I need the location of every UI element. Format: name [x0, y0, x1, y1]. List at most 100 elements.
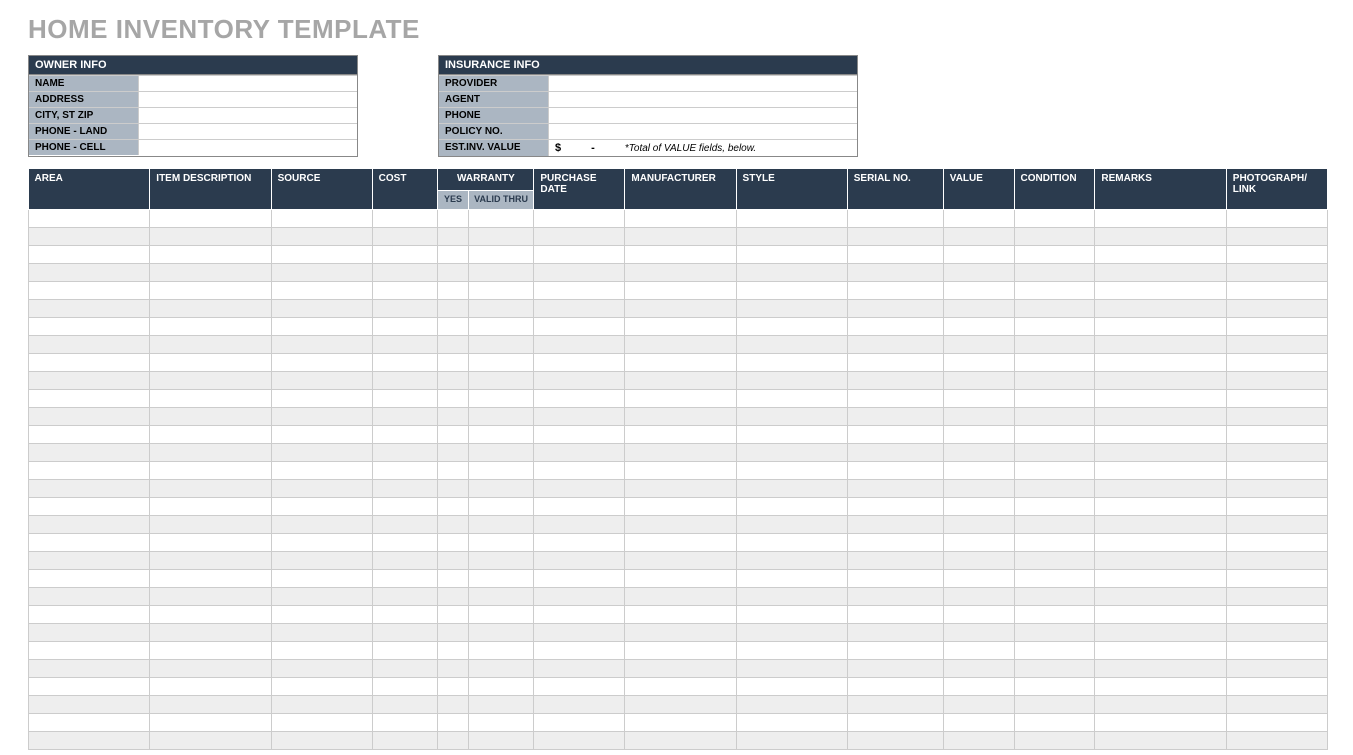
cell[interactable] [1014, 714, 1095, 732]
cell[interactable] [943, 282, 1014, 300]
cell[interactable] [29, 372, 150, 390]
cell[interactable] [468, 462, 534, 480]
cell[interactable] [625, 642, 736, 660]
cell[interactable] [943, 480, 1014, 498]
cell[interactable] [150, 390, 271, 408]
cell[interactable] [150, 498, 271, 516]
cell[interactable] [1095, 372, 1226, 390]
cell[interactable] [150, 336, 271, 354]
cell[interactable] [372, 588, 438, 606]
cell[interactable] [372, 264, 438, 282]
cell[interactable] [150, 732, 271, 750]
cell[interactable] [1226, 210, 1327, 228]
cell[interactable] [736, 282, 847, 300]
cell[interactable] [438, 516, 468, 534]
cell[interactable] [625, 660, 736, 678]
cell[interactable] [1095, 228, 1226, 246]
cell[interactable] [1095, 678, 1226, 696]
cell[interactable] [625, 408, 736, 426]
cell[interactable] [1014, 354, 1095, 372]
cell[interactable] [625, 336, 736, 354]
cell[interactable] [29, 624, 150, 642]
cell[interactable] [468, 390, 534, 408]
cell[interactable] [372, 696, 438, 714]
cell[interactable] [438, 642, 468, 660]
cell[interactable] [29, 732, 150, 750]
cell[interactable] [150, 606, 271, 624]
cell[interactable] [1226, 318, 1327, 336]
cell[interactable] [29, 390, 150, 408]
cell[interactable] [468, 696, 534, 714]
cell[interactable] [847, 570, 943, 588]
cell[interactable] [150, 354, 271, 372]
cell[interactable] [29, 282, 150, 300]
cell[interactable] [271, 210, 372, 228]
cell[interactable] [534, 228, 625, 246]
cell[interactable] [372, 642, 438, 660]
cell[interactable] [150, 228, 271, 246]
ins-agent-value[interactable] [549, 92, 857, 107]
cell[interactable] [736, 534, 847, 552]
cell[interactable] [943, 210, 1014, 228]
cell[interactable] [534, 264, 625, 282]
cell[interactable] [1226, 552, 1327, 570]
cell[interactable] [847, 660, 943, 678]
cell[interactable] [1095, 408, 1226, 426]
cell[interactable] [736, 408, 847, 426]
cell[interactable] [534, 300, 625, 318]
cell[interactable] [625, 282, 736, 300]
cell[interactable] [534, 588, 625, 606]
cell[interactable] [736, 588, 847, 606]
cell[interactable] [736, 462, 847, 480]
cell[interactable] [625, 606, 736, 624]
cell[interactable] [847, 300, 943, 318]
cell[interactable] [534, 678, 625, 696]
cell[interactable] [271, 498, 372, 516]
cell[interactable] [468, 408, 534, 426]
cell[interactable] [847, 642, 943, 660]
cell[interactable] [534, 318, 625, 336]
cell[interactable] [1226, 516, 1327, 534]
cell[interactable] [29, 462, 150, 480]
cell[interactable] [736, 264, 847, 282]
cell[interactable] [438, 714, 468, 732]
cell[interactable] [1014, 678, 1095, 696]
cell[interactable] [534, 516, 625, 534]
cell[interactable] [1226, 642, 1327, 660]
cell[interactable] [943, 624, 1014, 642]
cell[interactable] [1226, 588, 1327, 606]
cell[interactable] [468, 282, 534, 300]
cell[interactable] [736, 678, 847, 696]
cell[interactable] [150, 210, 271, 228]
cell[interactable] [943, 336, 1014, 354]
cell[interactable] [1095, 696, 1226, 714]
cell[interactable] [943, 264, 1014, 282]
cell[interactable] [625, 498, 736, 516]
cell[interactable] [29, 300, 150, 318]
cell[interactable] [534, 426, 625, 444]
cell[interactable] [1226, 498, 1327, 516]
cell[interactable] [534, 570, 625, 588]
cell[interactable] [29, 498, 150, 516]
cell[interactable] [1095, 660, 1226, 678]
cell[interactable] [625, 678, 736, 696]
cell[interactable] [372, 462, 438, 480]
cell[interactable] [372, 480, 438, 498]
cell[interactable] [736, 372, 847, 390]
cell[interactable] [1095, 210, 1226, 228]
cell[interactable] [438, 282, 468, 300]
cell[interactable] [943, 246, 1014, 264]
cell[interactable] [150, 462, 271, 480]
cell[interactable] [468, 246, 534, 264]
cell[interactable] [372, 336, 438, 354]
cell[interactable] [1014, 300, 1095, 318]
cell[interactable] [943, 318, 1014, 336]
cell[interactable] [1095, 642, 1226, 660]
cell[interactable] [271, 588, 372, 606]
cell[interactable] [943, 696, 1014, 714]
cell[interactable] [625, 516, 736, 534]
cell[interactable] [372, 660, 438, 678]
cell[interactable] [372, 498, 438, 516]
cell[interactable] [1095, 714, 1226, 732]
cell[interactable] [150, 570, 271, 588]
